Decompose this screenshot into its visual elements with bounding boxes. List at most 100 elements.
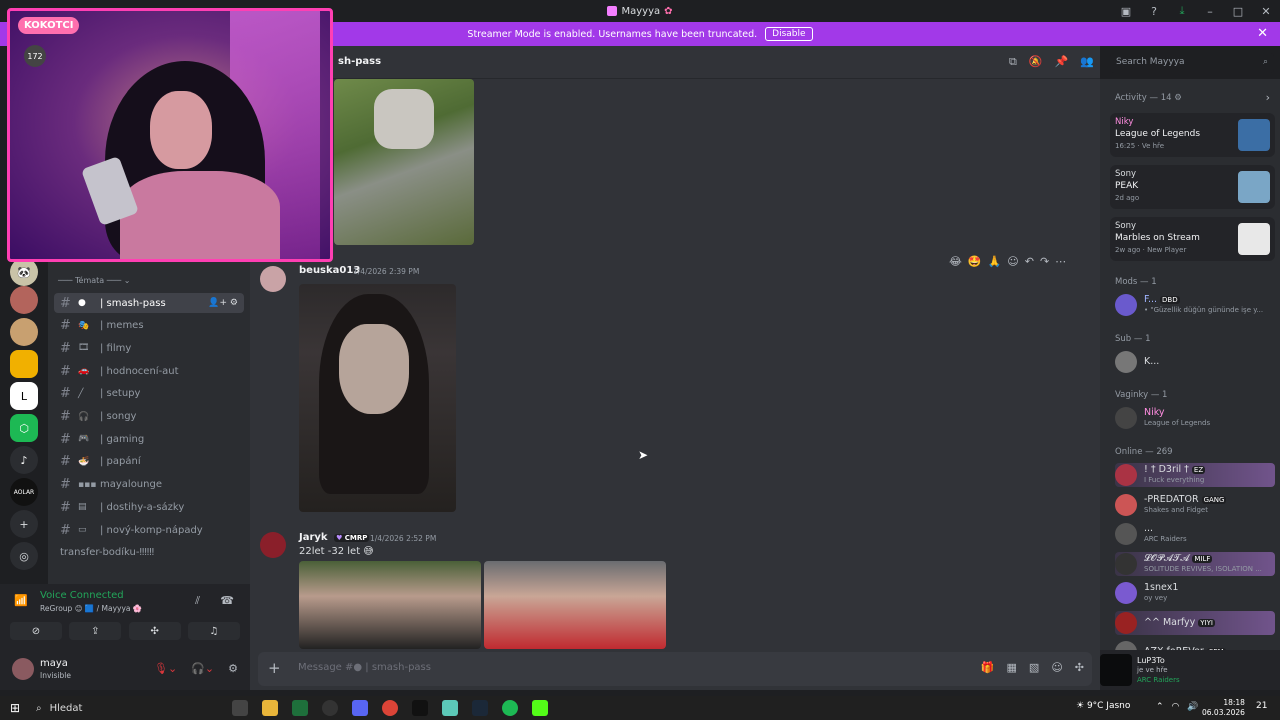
channel-item[interactable]: # 🎞 | filmy <box>54 338 244 358</box>
discord-icon[interactable] <box>352 700 368 716</box>
activity-card[interactable]: Niky League of Legends 16:25 · Ve hře <box>1110 113 1275 157</box>
channel-item[interactable]: transfer-bodíku-‼‼‼ <box>54 543 244 563</box>
attachment-image[interactable] <box>484 561 666 649</box>
avatar[interactable] <box>260 266 286 292</box>
steam-icon[interactable] <box>472 700 488 716</box>
member-item[interactable]: F... DBD • "Güzellik düğün gününde işe y..… <box>1115 293 1275 317</box>
reply-icon[interactable]: ↶ <box>1025 255 1034 268</box>
gift-icon[interactable]: 🎁 <box>981 661 995 674</box>
forward-icon[interactable]: ↷ <box>1040 255 1049 268</box>
soundboard-button[interactable]: ♫ <box>187 622 240 640</box>
kick-icon[interactable] <box>532 700 548 716</box>
activities-button[interactable]: ✣ <box>128 622 181 640</box>
channel-item[interactable]: # 🎭 | memes <box>54 316 244 336</box>
discover-icon[interactable]: ◎ <box>10 542 38 570</box>
message-author[interactable]: beuska013 <box>299 265 360 276</box>
add-reaction-icon[interactable]: ☺ <box>1007 255 1018 268</box>
plus-icon[interactable]: + <box>268 659 281 677</box>
member-item[interactable]: 𝓛𝓞𝓟𝓐𝓣𝓐 MILF SOLITUDE REVIVES, ISOLATION ..… <box>1115 551 1275 576</box>
channel-item[interactable]: # ▭ | nový-komp-nápady <box>54 520 244 540</box>
voice-status[interactable]: Voice Connected <box>40 590 124 601</box>
avatar[interactable] <box>12 658 34 680</box>
obs-icon[interactable] <box>322 700 338 716</box>
server-icon-panda[interactable]: 🐼 <box>10 258 38 286</box>
chevron-up-icon[interactable]: ⌃ <box>1156 702 1164 712</box>
member-item[interactable]: 1snex1 oy vey <box>1115 581 1275 605</box>
channel-item[interactable]: # 🎧 | songy <box>54 407 244 427</box>
voice-channel[interactable]: ReGroup 😊 🟦 / Mayyya 🌸 <box>40 604 142 613</box>
app-icon[interactable] <box>442 700 458 716</box>
avatar[interactable] <box>260 532 286 558</box>
activity-card[interactable]: Sony PEAK 2d ago <box>1110 165 1275 209</box>
weather[interactable]: ☀ 9°C Jasno <box>1076 701 1130 711</box>
notification-count[interactable]: 21 <box>1256 701 1267 711</box>
user-name[interactable]: maya <box>40 658 68 669</box>
notifications-icon[interactable]: 🔕 <box>1029 55 1043 69</box>
channel-settings-icon[interactable]: 👤+ ⚙ <box>208 298 238 308</box>
clock[interactable]: 18:18 06.03.2026 <box>1202 698 1245 718</box>
download-icon[interactable]: ⤓ <box>1168 4 1196 18</box>
explorer-icon[interactable] <box>262 700 278 716</box>
inbox-icon[interactable]: ▣ <box>1112 5 1140 18</box>
emoji-icon[interactable]: ☺ <box>1051 661 1062 674</box>
member-item[interactable]: AZX foREVerSEM <box>1115 640 1275 650</box>
attachment-image[interactable] <box>299 284 456 512</box>
noise-icon[interactable]: ⫽ <box>195 594 200 608</box>
sticker-icon[interactable]: ▧ <box>1029 661 1039 674</box>
help-icon[interactable]: ? <box>1140 5 1168 18</box>
server-icon-music[interactable]: ♪ <box>10 446 38 474</box>
excel-icon[interactable] <box>292 700 308 716</box>
channel-item[interactable]: # 🚗 | hodnocení-aut <box>54 361 244 381</box>
channel-item[interactable]: # ╱ | setupy <box>54 384 244 404</box>
channel-item[interactable]: # ▪▪▪ mayalounge <box>54 475 244 495</box>
member-item[interactable]: K... <box>1115 350 1275 374</box>
close-button[interactable]: ✕ <box>1252 5 1280 18</box>
member-item[interactable]: Niky League of Legends <box>1115 406 1275 430</box>
server-icon-aolar[interactable]: AOLAR <box>10 478 38 506</box>
react-laugh-icon[interactable]: 😂 <box>949 255 962 268</box>
gear-icon[interactable]: ⚙ <box>228 662 238 675</box>
add-server-icon[interactable]: + <box>10 510 38 538</box>
mute-icon[interactable]: 🎙⌄ <box>154 662 177 675</box>
maximize-button[interactable]: □ <box>1224 5 1252 18</box>
taskbar-search[interactable]: ⌕ Hledat <box>36 700 196 716</box>
activity-card[interactable]: Sony Marbles on Stream 2w ago · New Player <box>1110 217 1275 261</box>
tiktok-icon[interactable] <box>412 700 428 716</box>
server-icon-hex[interactable]: ⬡ <box>10 414 38 442</box>
channel-category[interactable]: ─── Témata ─── ⌄ <box>58 276 130 285</box>
channel-item[interactable]: # 🍜 | papání <box>54 452 244 472</box>
server-icon-game[interactable] <box>10 350 38 378</box>
gif-icon[interactable]: ▦ <box>1007 661 1017 674</box>
threads-icon[interactable]: ⧉ <box>1009 55 1017 69</box>
server-icon-face[interactable] <box>10 318 38 346</box>
attachment-image[interactable] <box>299 561 481 649</box>
member-item[interactable]: ! † D3ril † EZ I Fuck everything <box>1115 463 1275 487</box>
deafen-icon[interactable]: 🎧⌄ <box>191 662 214 675</box>
react-wow-icon[interactable]: 🤩 <box>968 255 982 268</box>
close-icon[interactable]: ✕ <box>1257 26 1268 41</box>
chevron-right-icon[interactable]: › <box>1266 91 1270 104</box>
pin-icon[interactable]: 📌 <box>1055 55 1069 69</box>
channel-item[interactable]: # 🎮 | gaming <box>54 429 244 449</box>
disable-button[interactable]: Disable <box>765 27 813 41</box>
minimize-button[interactable]: – <box>1196 5 1224 18</box>
task-view-icon[interactable] <box>232 700 248 716</box>
member-item[interactable]: ^^ Marfyy YIYI <box>1115 610 1275 635</box>
server-icon-l[interactable]: L <box>10 382 38 410</box>
now-playing-card[interactable]: LuP3To je ve hře ARC Raiders <box>1100 650 1280 690</box>
member-item[interactable]: ... ARC Raiders <box>1115 522 1275 546</box>
more-icon[interactable]: ⋯ <box>1055 255 1066 268</box>
react-pray-icon[interactable]: 🙏 <box>988 255 1002 268</box>
disconnect-icon[interactable]: ☎ <box>220 594 234 607</box>
message-author[interactable]: Jaryk <box>299 532 328 543</box>
server-icon-avatar[interactable] <box>10 286 38 314</box>
message-input[interactable]: Message #● | smash-pass <box>298 662 431 673</box>
member-item[interactable]: -PREDATOR GANG Shakes and Fidget <box>1115 493 1275 517</box>
spotify-icon[interactable] <box>502 700 518 716</box>
channel-item[interactable]: # ▤ | dostihy-a-sázky <box>54 497 244 517</box>
channel-item[interactable]: # ● | smash-pass 👤+ ⚙ <box>54 293 244 313</box>
windows-start-icon[interactable]: ⊞ <box>10 701 20 715</box>
wifi-icon[interactable]: ◠ <box>1172 702 1180 712</box>
apps-icon[interactable]: ✣ <box>1075 661 1084 674</box>
members-icon[interactable]: 👥 <box>1080 55 1094 69</box>
